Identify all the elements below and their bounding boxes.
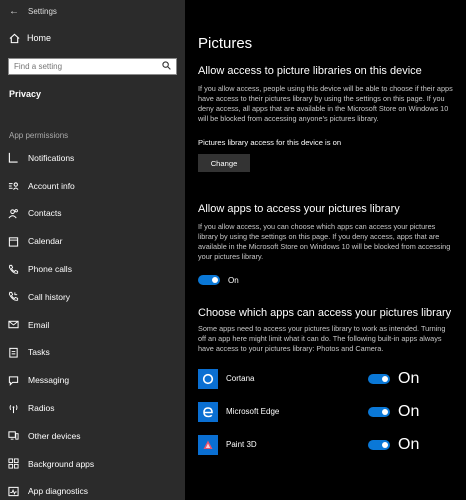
sidebar-item-app-diagnostics[interactable]: App diagnostics <box>0 478 185 500</box>
sidebar-item-label: Email <box>28 319 50 330</box>
messaging-icon <box>8 375 28 386</box>
title-bar: ← Settings <box>0 0 185 22</box>
sidebar-item-label: Tasks <box>28 347 50 358</box>
app-row-cortana: Cortana On <box>198 362 466 395</box>
app-permissions-label: App permissions <box>9 131 69 140</box>
sidebar-item-messaging[interactable]: Messaging <box>0 366 185 394</box>
tasks-icon <box>8 347 28 358</box>
sidebar-item-label: Call history <box>28 291 71 302</box>
sidebar-item-label: Calendar <box>28 236 63 247</box>
paint3d-icon <box>198 434 218 455</box>
sidebar-item-label: App diagnostics <box>28 486 89 497</box>
sidebar-item-label: Notifications <box>28 152 75 163</box>
device-access-status: Pictures library access for this device … <box>198 138 342 147</box>
sidebar-item-background-apps[interactable]: Background apps <box>0 450 185 478</box>
app-access-heading: Allow apps to access your pictures libra… <box>198 203 400 215</box>
toggle-state-label: On <box>398 369 420 387</box>
search-icon[interactable] <box>162 61 171 72</box>
sidebar-item-notifications[interactable]: Notifications <box>0 144 185 172</box>
call-history-icon <box>8 291 28 302</box>
notifications-icon <box>8 152 28 164</box>
home-label: Home <box>27 33 52 43</box>
choose-apps-heading: Choose which apps can access your pictur… <box>198 307 452 319</box>
sidebar-item-label: Radios <box>28 403 55 414</box>
page-title: Pictures <box>198 35 253 52</box>
sidebar-item-call-history[interactable]: Call history <box>0 283 185 311</box>
app-row-microsoft-edge: Microsoft Edge On <box>198 395 466 428</box>
app-row-paint-3d: Paint 3D On <box>198 428 466 461</box>
toggle-state-label: On <box>398 402 420 420</box>
toggle-state-label: On <box>228 275 239 285</box>
app-diagnostics-icon <box>8 486 28 497</box>
section-title: Privacy <box>9 89 42 99</box>
cortana-icon <box>198 368 218 389</box>
home-icon <box>9 33 27 44</box>
app-name: Paint 3D <box>226 440 257 449</box>
background-apps-icon <box>8 458 28 469</box>
paint3d-toggle[interactable] <box>368 439 390 450</box>
search-box[interactable] <box>8 58 177 75</box>
calendar-icon <box>8 236 28 247</box>
sidebar-item-account-info[interactable]: Account info <box>0 172 185 200</box>
toggle-state-label: On <box>398 435 420 453</box>
sidebar-item-label: Account info <box>28 180 75 191</box>
sidebar: ← Settings Home Privacy App permissions … <box>0 0 185 500</box>
device-access-heading: Allow access to picture libraries on thi… <box>198 65 422 77</box>
change-button[interactable]: Change <box>198 154 250 172</box>
choose-apps-description: Some apps need to access your pictures l… <box>198 324 446 353</box>
edge-toggle[interactable] <box>368 406 390 417</box>
app-name: Microsoft Edge <box>226 407 280 416</box>
app-access-toggle-row: On <box>198 275 466 285</box>
sidebar-item-other-devices[interactable]: Other devices <box>0 422 185 450</box>
sidebar-item-calendar[interactable]: Calendar <box>0 227 185 255</box>
sidebar-item-contacts[interactable]: Contacts <box>0 200 185 228</box>
sidebar-item-label: Phone calls <box>28 264 72 275</box>
email-icon <box>8 319 28 330</box>
app-access-toggle[interactable] <box>198 275 220 285</box>
app-list: Cortana On Microsoft Edge On Paint 3D On <box>198 362 466 461</box>
sidebar-item-label: Contacts <box>28 208 62 219</box>
other-devices-icon <box>8 430 28 441</box>
account-info-icon <box>8 180 28 191</box>
phone-icon <box>8 264 28 275</box>
home-nav-item[interactable]: Home <box>0 24 185 52</box>
sidebar-item-radios[interactable]: Radios <box>0 394 185 422</box>
cortana-toggle[interactable] <box>368 373 390 384</box>
search-input[interactable] <box>14 62 154 71</box>
device-access-description: If you allow access, people using this d… <box>198 84 453 123</box>
main-content: Pictures Allow access to picture librari… <box>185 0 466 500</box>
app-access-description: If you allow access, you can choose whic… <box>198 222 451 261</box>
sidebar-item-tasks[interactable]: Tasks <box>0 339 185 367</box>
app-name: Cortana <box>226 374 255 383</box>
sidebar-item-email[interactable]: Email <box>0 311 185 339</box>
edge-icon <box>198 401 218 422</box>
sidebar-item-label: Other devices <box>28 430 81 441</box>
sidebar-item-label: Background apps <box>28 458 95 469</box>
sidebar-item-phone-calls[interactable]: Phone calls <box>0 255 185 283</box>
radios-icon <box>8 403 28 414</box>
contacts-icon <box>8 208 28 219</box>
sidebar-item-label: Messaging <box>28 375 70 386</box>
back-arrow-icon[interactable]: ← <box>0 6 28 17</box>
window-title: Settings <box>28 6 57 16</box>
